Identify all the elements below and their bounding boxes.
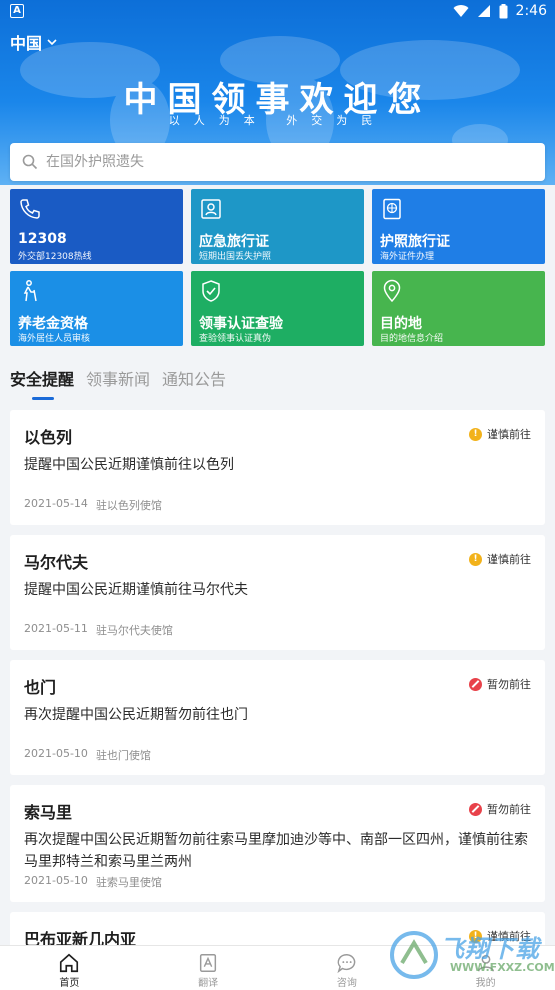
card-date: 2021-05-11 [24, 622, 88, 635]
tile-destination[interactable]: 目的地 目的地信息介绍 [372, 271, 545, 346]
card-date: 2021-05-14 [24, 497, 88, 510]
shield-check-icon [202, 280, 220, 302]
tile-sublabel: 查验领事认证真伪 [199, 334, 272, 344]
wifi-icon [453, 5, 469, 18]
card-meta: 2021-05-11 驻马尔代夫使馆 [24, 622, 173, 638]
tile-label: 应急旅行证 [199, 234, 269, 250]
card-source: 驻以色列使馆 [95, 499, 162, 512]
tile-sublabel: 海外证件办理 [380, 252, 435, 262]
badge-label: 谨慎前往 [487, 428, 531, 441]
tile-emergency-travel[interactable]: 应急旅行证 短期出国丢失护照 [191, 189, 364, 264]
active-tab-indicator [32, 397, 54, 400]
card-date: 2021-05-10 [24, 747, 88, 760]
content-tabs: 安全提醒 领事新闻 通知公告 [10, 366, 226, 390]
card-description: 再次提醒中国公民近期暂勿前往也门 [24, 707, 248, 723]
status-badge: ! 谨慎前往 [469, 426, 531, 442]
passport-icon [383, 198, 401, 220]
card-meta: 2021-05-14 驻以色列使馆 [24, 497, 162, 513]
tile-sublabel: 外交部12308热线 [18, 252, 92, 262]
translate-icon [200, 954, 217, 972]
warning-icon: ! [469, 427, 482, 441]
card-description: 提醒中国公民近期谨慎前往马尔代夫 [24, 582, 248, 598]
no-entry-icon [469, 802, 482, 816]
card-title: 以色列 [24, 428, 73, 447]
search-input[interactable] [46, 154, 526, 170]
nav-label: 咨询 [336, 978, 357, 989]
watermark-logo-icon [390, 931, 438, 979]
warning-icon: ! [469, 552, 482, 566]
tile-sublabel: 目的地信息介绍 [380, 334, 444, 344]
badge-label: 暂勿前往 [487, 678, 531, 691]
watermark: 飞翔下载 WWW.FXXZ.COM [388, 925, 555, 985]
nav-label: 翻译 [198, 978, 219, 989]
list-item[interactable]: 以色列 ! 谨慎前往 提醒中国公民近期谨慎前往以色列 2021-05-14 驻以色列… [10, 410, 545, 525]
no-entry-icon [469, 677, 482, 691]
status-bar: A 2:46 [0, 0, 555, 24]
country-label: 中国 [10, 34, 43, 53]
tile-label: 养老金资格 [18, 316, 88, 332]
card-meta: 2021-05-10 驻也门使馆 [24, 747, 151, 763]
card-source: 驻马尔代夫使馆 [95, 624, 173, 637]
card-title: 也门 [24, 678, 57, 697]
id-card-icon [201, 199, 221, 219]
chevron-down-icon [47, 39, 57, 46]
badge-label: 谨慎前往 [487, 553, 531, 566]
tile-label: 12308 [18, 231, 67, 247]
list-item[interactable]: 索马里 暂勿前往 再次提醒中国公民近期暂勿前往索马里摩加迪沙等中、南部一区四州，… [10, 785, 545, 902]
tile-label: 目的地 [380, 316, 422, 332]
list-item[interactable]: 也门 暂勿前往 再次提醒中国公民近期暂勿前往也门 2021-05-10 驻也门使馆 [10, 660, 545, 775]
location-pin-icon [383, 279, 401, 303]
signal-icon [477, 5, 490, 17]
tab-consular-news[interactable]: 领事新闻 [86, 366, 150, 390]
tile-sublabel: 海外居住人员审核 [18, 334, 91, 344]
list-item[interactable]: 马尔代夫 ! 谨慎前往 提醒中国公民近期谨慎前往马尔代夫 2021-05-11 驻马… [10, 535, 545, 650]
nav-translate[interactable]: 翻译 [139, 946, 278, 990]
tab-safety-alerts[interactable]: 安全提醒 [10, 366, 74, 390]
status-badge: 暂勿前往 [469, 801, 531, 817]
card-title: 索马里 [24, 803, 73, 822]
tile-label: 护照旅行证 [380, 234, 450, 250]
card-source: 驻索马里使馆 [95, 876, 162, 889]
badge-label: 暂勿前往 [487, 803, 531, 816]
chat-icon [337, 954, 356, 974]
status-badge: ! 谨慎前往 [469, 551, 531, 567]
notification-icon: A [10, 4, 24, 18]
card-date: 2021-05-10 [24, 874, 88, 887]
phone-icon [20, 199, 40, 219]
card-description: 提醒中国公民近期谨慎前往以色列 [24, 457, 234, 473]
card-source: 驻也门使馆 [95, 749, 151, 762]
card-meta: 2021-05-10 驻索马里使馆 [24, 874, 162, 890]
tile-sublabel: 短期出国丢失护照 [199, 252, 272, 262]
alert-list: 以色列 ! 谨慎前往 提醒中国公民近期谨慎前往以色列 2021-05-14 驻以色列… [10, 410, 545, 990]
search-bar[interactable] [10, 143, 545, 181]
country-selector[interactable]: 中国 [10, 30, 58, 54]
tile-label: 领事认证查验 [199, 316, 283, 332]
status-badge: 暂勿前往 [469, 676, 531, 692]
nav-label: 首页 [59, 978, 80, 989]
card-title: 马尔代夫 [24, 553, 89, 572]
tab-notices[interactable]: 通知公告 [162, 366, 226, 390]
nav-home[interactable]: 首页 [0, 946, 139, 990]
watermark-brand: 飞翔下载 [440, 935, 540, 963]
elder-icon [23, 280, 37, 302]
battery-icon [499, 3, 508, 18]
service-tiles: 12308 外交部12308热线 应急旅行证 短期出国丢失护照 护照旅行证 海外… [10, 189, 545, 346]
card-description: 再次提醒中国公民近期暂勿前往索马里摩加迪沙等中、南部一区四州，谨慎前往索马里邦特… [24, 832, 528, 870]
clock: 2:46 [515, 3, 547, 19]
banner-subtitle: 以人为本 外交为民 [168, 114, 387, 127]
home-icon [60, 953, 79, 973]
search-icon [22, 154, 38, 170]
watermark-url: WWW.FXXZ.COM [450, 961, 555, 974]
tile-hotline[interactable]: 12308 外交部12308热线 [10, 189, 183, 264]
tile-passport[interactable]: 护照旅行证 海外证件办理 [372, 189, 545, 264]
tile-pension[interactable]: 养老金资格 海外居住人员审核 [10, 271, 183, 346]
tile-consular-auth[interactable]: 领事认证查验 查验领事认证真伪 [191, 271, 364, 346]
